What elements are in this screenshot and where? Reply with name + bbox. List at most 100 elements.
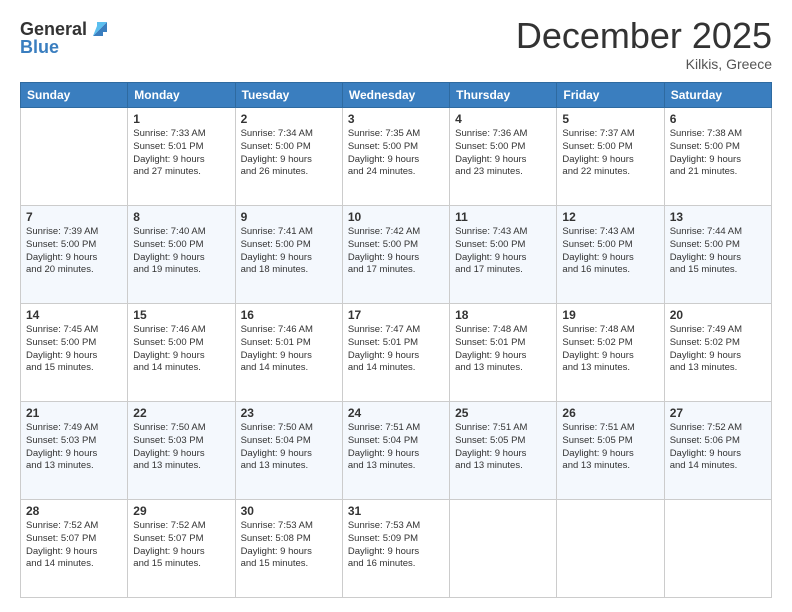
logo-arrow-icon [89,18,111,40]
day-number: 19 [562,308,658,322]
day-number: 26 [562,406,658,420]
month-year: December 2025 [516,18,772,54]
day-cell: 3 Sunrise: 7:35 AM Sunset: 5:00 PM Daylig… [342,108,449,206]
location: Kilkis, Greece [516,56,772,72]
day-cell: 17 Sunrise: 7:47 AM Sunset: 5:01 PM Dayli… [342,304,449,402]
col-header-monday: Monday [128,83,235,108]
day-number: 7 [26,210,122,224]
week-row-5: 28 Sunrise: 7:52 AM Sunset: 5:07 PM Dayli… [21,500,772,598]
week-row-4: 21 Sunrise: 7:49 AM Sunset: 5:03 PM Dayli… [21,402,772,500]
week-row-1: 1 Sunrise: 7:33 AM Sunset: 5:01 PM Daylig… [21,108,772,206]
day-number: 31 [348,504,444,518]
day-cell: 10Sunrise: 7:42 AM Sunset: 5:00 PM Dayli… [342,206,449,304]
day-cell: 19 Sunrise: 7:48 AM Sunset: 5:02 PM Dayli… [557,304,664,402]
day-cell: 16Sunrise: 7:46 AM Sunset: 5:01 PM Dayli… [235,304,342,402]
day-info: Sunrise: 7:40 AM Sunset: 5:00 PM Dayligh… [133,226,229,277]
day-info: Sunrise: 7:44 AM Sunset: 5:00 PM Dayligh… [670,226,766,277]
day-cell: 21 Sunrise: 7:49 AM Sunset: 5:03 PM Dayli… [21,402,128,500]
day-info: Sunrise: 7:37 AM Sunset: 5:00 PM Dayligh… [562,128,658,179]
day-number: 23 [241,406,337,420]
day-info: Sunrise: 7:34 AM Sunset: 5:00 PM Dayligh… [241,128,337,179]
day-number: 6 [670,112,766,126]
week-row-2: 7 Sunrise: 7:39 AM Sunset: 5:00 PM Daylig… [21,206,772,304]
day-cell: 30 Sunrise: 7:53 AM Sunset: 5:08 PM Dayli… [235,500,342,598]
day-info: Sunrise: 7:51 AM Sunset: 5:05 PM Dayligh… [562,422,658,473]
day-cell: 18 Sunrise: 7:48 AM Sunset: 5:01 PM Dayli… [450,304,557,402]
day-info: Sunrise: 7:43 AM Sunset: 5:00 PM Dayligh… [455,226,551,277]
day-info: Sunrise: 7:33 AM Sunset: 5:01 PM Dayligh… [133,128,229,179]
day-cell: 24Sunrise: 7:51 AM Sunset: 5:04 PM Dayli… [342,402,449,500]
day-number: 2 [241,112,337,126]
day-cell: 27Sunrise: 7:52 AM Sunset: 5:06 PM Dayli… [664,402,771,500]
day-info: Sunrise: 7:52 AM Sunset: 5:07 PM Dayligh… [26,520,122,571]
day-info: Sunrise: 7:53 AM Sunset: 5:08 PM Dayligh… [241,520,337,571]
day-cell: 6 Sunrise: 7:38 AM Sunset: 5:00 PM Daylig… [664,108,771,206]
day-info: Sunrise: 7:50 AM Sunset: 5:03 PM Dayligh… [133,422,229,473]
day-number: 12 [562,210,658,224]
day-cell: 12Sunrise: 7:43 AM Sunset: 5:00 PM Dayli… [557,206,664,304]
logo-blue-text: Blue [20,38,59,56]
day-number: 30 [241,504,337,518]
day-number: 4 [455,112,551,126]
day-info: Sunrise: 7:38 AM Sunset: 5:00 PM Dayligh… [670,128,766,179]
day-cell: 9 Sunrise: 7:41 AM Sunset: 5:00 PM Daylig… [235,206,342,304]
day-info: Sunrise: 7:52 AM Sunset: 5:07 PM Dayligh… [133,520,229,571]
day-cell: 7 Sunrise: 7:39 AM Sunset: 5:00 PM Daylig… [21,206,128,304]
day-number: 1 [133,112,229,126]
day-number: 11 [455,210,551,224]
day-cell: 15 Sunrise: 7:46 AM Sunset: 5:00 PM Dayli… [128,304,235,402]
day-number: 21 [26,406,122,420]
title-block: December 2025 Kilkis, Greece [516,18,772,72]
day-info: Sunrise: 7:52 AM Sunset: 5:06 PM Dayligh… [670,422,766,473]
calendar-table: SundayMondayTuesdayWednesdayThursdayFrid… [20,82,772,598]
day-info: Sunrise: 7:46 AM Sunset: 5:00 PM Dayligh… [133,324,229,375]
day-number: 25 [455,406,551,420]
col-header-tuesday: Tuesday [235,83,342,108]
day-info: Sunrise: 7:36 AM Sunset: 5:00 PM Dayligh… [455,128,551,179]
day-number: 17 [348,308,444,322]
day-info: Sunrise: 7:47 AM Sunset: 5:01 PM Dayligh… [348,324,444,375]
col-header-saturday: Saturday [664,83,771,108]
day-cell: 1 Sunrise: 7:33 AM Sunset: 5:01 PM Daylig… [128,108,235,206]
day-cell: 8Sunrise: 7:40 AM Sunset: 5:00 PM Daylig… [128,206,235,304]
day-info: Sunrise: 7:51 AM Sunset: 5:05 PM Dayligh… [455,422,551,473]
day-number: 3 [348,112,444,126]
day-info: Sunrise: 7:48 AM Sunset: 5:02 PM Dayligh… [562,324,658,375]
page: General Blue December 2025 Kilkis, Greec… [0,0,792,612]
day-cell: 20Sunrise: 7:49 AM Sunset: 5:02 PM Dayli… [664,304,771,402]
logo-general-text: General [20,20,87,38]
day-number: 18 [455,308,551,322]
day-number: 28 [26,504,122,518]
day-cell [450,500,557,598]
day-info: Sunrise: 7:48 AM Sunset: 5:01 PM Dayligh… [455,324,551,375]
col-header-wednesday: Wednesday [342,83,449,108]
header: General Blue December 2025 Kilkis, Greec… [20,18,772,72]
day-cell: 29Sunrise: 7:52 AM Sunset: 5:07 PM Dayli… [128,500,235,598]
day-info: Sunrise: 7:45 AM Sunset: 5:00 PM Dayligh… [26,324,122,375]
day-cell: 28 Sunrise: 7:52 AM Sunset: 5:07 PM Dayli… [21,500,128,598]
day-number: 22 [133,406,229,420]
day-info: Sunrise: 7:49 AM Sunset: 5:03 PM Dayligh… [26,422,122,473]
day-number: 13 [670,210,766,224]
col-header-friday: Friday [557,83,664,108]
day-number: 16 [241,308,337,322]
day-info: Sunrise: 7:53 AM Sunset: 5:09 PM Dayligh… [348,520,444,571]
day-info: Sunrise: 7:39 AM Sunset: 5:00 PM Dayligh… [26,226,122,277]
day-cell [557,500,664,598]
day-number: 5 [562,112,658,126]
header-row: SundayMondayTuesdayWednesdayThursdayFrid… [21,83,772,108]
day-number: 9 [241,210,337,224]
day-info: Sunrise: 7:50 AM Sunset: 5:04 PM Dayligh… [241,422,337,473]
day-cell [664,500,771,598]
day-cell: 23 Sunrise: 7:50 AM Sunset: 5:04 PM Dayli… [235,402,342,500]
day-info: Sunrise: 7:41 AM Sunset: 5:00 PM Dayligh… [241,226,337,277]
col-header-sunday: Sunday [21,83,128,108]
day-number: 15 [133,308,229,322]
day-cell: 13 Sunrise: 7:44 AM Sunset: 5:00 PM Dayli… [664,206,771,304]
day-cell: 2 Sunrise: 7:34 AM Sunset: 5:00 PM Daylig… [235,108,342,206]
day-info: Sunrise: 7:35 AM Sunset: 5:00 PM Dayligh… [348,128,444,179]
day-cell: 11 Sunrise: 7:43 AM Sunset: 5:00 PM Dayli… [450,206,557,304]
day-cell: 25 Sunrise: 7:51 AM Sunset: 5:05 PM Dayli… [450,402,557,500]
day-number: 20 [670,308,766,322]
day-number: 14 [26,308,122,322]
